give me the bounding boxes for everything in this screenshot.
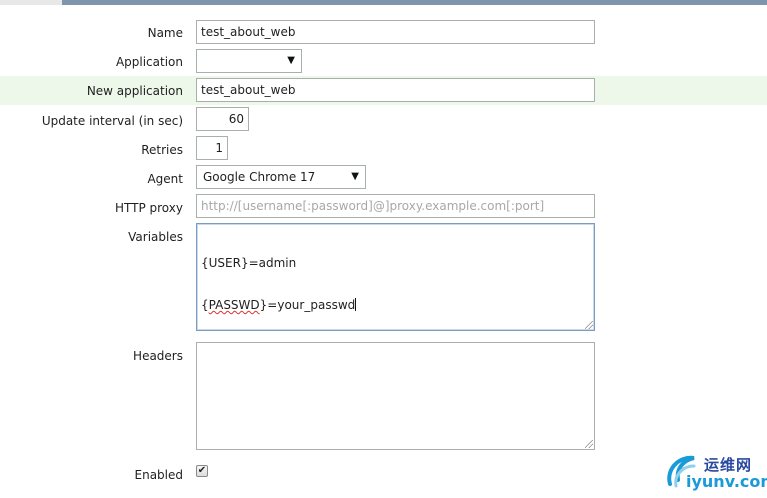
dropdown-arrow-icon: ▼	[287, 55, 295, 66]
update-interval-label: Update interval (in sec)	[41, 114, 183, 128]
resize-handle-icon[interactable]	[585, 440, 593, 448]
enabled-label: Enabled	[134, 468, 184, 482]
name-label: Name	[147, 26, 183, 40]
agent-label: Agent	[147, 172, 183, 186]
top-tab-bar	[0, 0, 767, 5]
enabled-row: Enabled ✔	[0, 461, 767, 485]
new-application-row: New application test_about_web	[0, 76, 767, 105]
agent-selected: Google Chrome 17	[203, 170, 316, 184]
site-watermark: 运维网 iyunv.com	[664, 450, 767, 492]
new-application-field[interactable]: test_about_web	[196, 78, 595, 102]
http-proxy-label: HTTP proxy	[115, 201, 183, 215]
update-interval-row: Update interval (in sec) 60	[0, 107, 767, 137]
application-row: Application ▼	[0, 49, 767, 79]
http-proxy-field[interactable]: http://[username[:password]@]proxy.examp…	[196, 194, 595, 218]
http-proxy-placeholder: http://[username[:password]@]proxy.examp…	[201, 199, 545, 213]
retries-field[interactable]: 1	[196, 136, 228, 160]
name-row: Name test_about_web	[0, 20, 767, 50]
headers-textarea[interactable]	[196, 342, 595, 450]
agent-select[interactable]: Google Chrome 17 ▼	[196, 165, 366, 189]
variables-label: Variables	[128, 230, 183, 244]
retries-row: Retries 1	[0, 136, 767, 166]
resize-handle-icon[interactable]	[585, 321, 593, 329]
active-tab-edge[interactable]	[0, 0, 62, 5]
enabled-checkbox[interactable]: ✔	[196, 465, 208, 477]
text-cursor	[355, 298, 357, 311]
checkmark-icon: ✔	[197, 465, 207, 476]
variables-line-2: {PASSWD}=your_passwd	[201, 298, 357, 312]
update-interval-field[interactable]: 60	[196, 107, 249, 131]
variables-row: Variables {USER}=admin {PASSWD}=your_pas…	[0, 223, 767, 333]
new-application-label: New application	[86, 84, 183, 98]
http-proxy-row: HTTP proxy http://[username[:password]@]…	[0, 194, 767, 224]
retries-label: Retries	[141, 143, 183, 157]
application-select[interactable]: ▼	[196, 49, 302, 73]
agent-row: Agent Google Chrome 17 ▼	[0, 165, 767, 195]
headers-label: Headers	[133, 349, 183, 363]
variables-textarea[interactable]: {USER}=admin {PASSWD}=your_passwd	[196, 223, 595, 331]
dropdown-arrow-icon: ▼	[351, 171, 359, 182]
variables-line-1: {USER}=admin	[201, 256, 297, 270]
name-field[interactable]: test_about_web	[196, 20, 595, 44]
application-label: Application	[115, 55, 183, 69]
watermark-en-text: iyunv.com	[686, 472, 767, 491]
headers-row: Headers	[0, 342, 767, 452]
spellcheck-underline: PASSWD	[208, 298, 260, 312]
